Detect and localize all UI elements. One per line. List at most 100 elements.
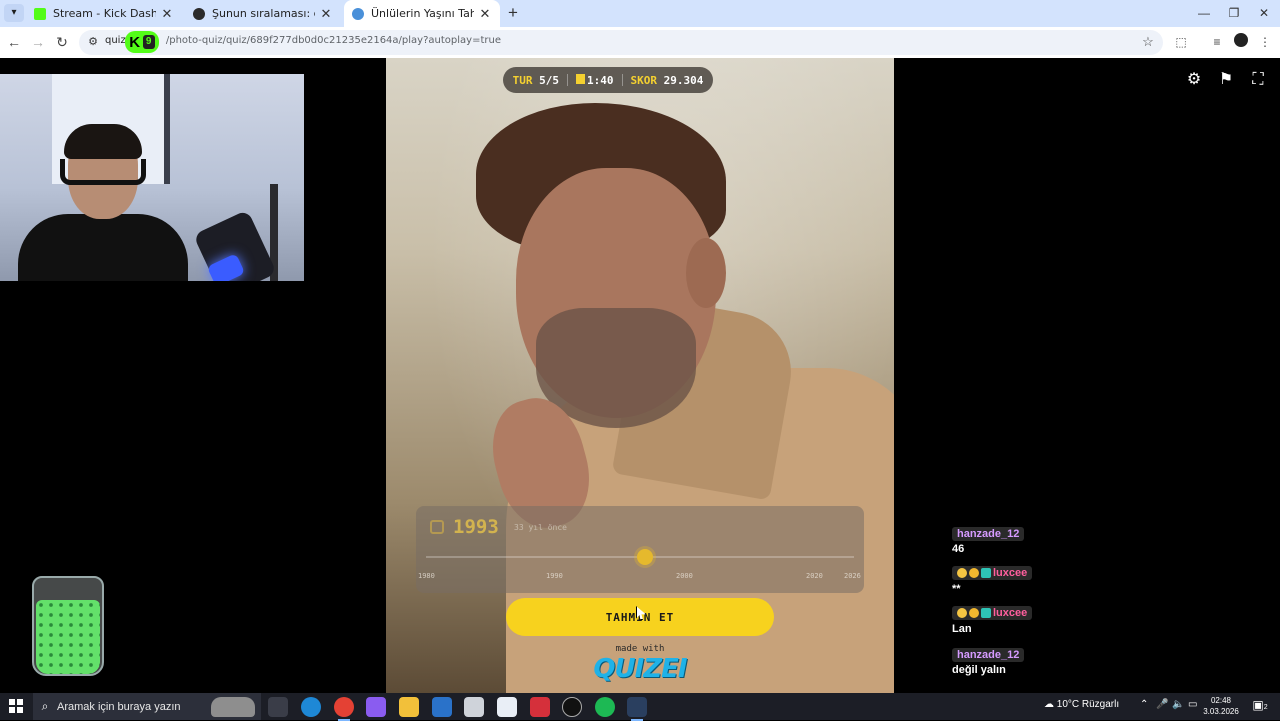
kick-overlay-badge: K 9	[125, 31, 159, 53]
network-icon[interactable]: ▭	[1188, 699, 1197, 710]
volume-icon[interactable]: 🔈	[1172, 699, 1184, 710]
fullscreen-icon[interactable]: ⛶	[1248, 70, 1268, 90]
emoji-badge-icon	[957, 568, 967, 578]
slider-tick-label: 2000	[676, 572, 693, 580]
webcam-headset	[60, 159, 146, 185]
tab-title: Şunun sıralaması: dharmareal |	[212, 7, 315, 20]
close-icon[interactable]: ✕	[478, 6, 492, 22]
close-icon[interactable]: ✕	[319, 6, 333, 22]
webcam-feed	[0, 74, 304, 281]
guess-year: 1993	[453, 516, 499, 538]
github-favicon-icon	[193, 7, 205, 20]
close-window-button[interactable]: ✕	[1250, 3, 1278, 23]
quiz-favicon-icon	[352, 7, 364, 20]
app-red-icon[interactable]	[530, 697, 550, 717]
browser-toolbar: ← → ↻ ⚙ quize/photo-quiz/quiz/689f277db0…	[0, 27, 1280, 58]
hud-divider	[621, 74, 623, 86]
chat-username[interactable]: hanzade_12	[952, 527, 1025, 541]
year-slider-thumb[interactable]	[637, 549, 654, 565]
forward-button[interactable]: →	[28, 32, 48, 52]
edge-icon[interactable]	[301, 697, 321, 717]
clover-fill	[36, 600, 100, 674]
clock-time: 02:48	[1210, 696, 1232, 705]
tab-search-icon[interactable]: ▾	[4, 4, 24, 22]
copilot-icon[interactable]	[366, 697, 386, 717]
search-icon: ⌕	[41, 699, 49, 713]
chat-text: **	[952, 583, 961, 595]
slider-tick-label: 2026	[844, 572, 861, 580]
taskbar-clock[interactable]: 02:48 3.03.2026	[1200, 695, 1242, 717]
media-controls-icon[interactable]: ≡	[1208, 33, 1226, 51]
windows-taskbar: ⌕ Aramak için buraya yazın ☁ 10°C Rüzgar…	[0, 693, 1280, 721]
steam-icon[interactable]	[627, 697, 647, 721]
minimize-button[interactable]: —	[1190, 3, 1218, 23]
weather-widget[interactable]: ☁ 10°C Rüzgarlı	[1044, 699, 1119, 710]
url-text: quize/photo-quiz/quiz/689f277db0d0c21235…	[105, 35, 501, 46]
webcam-person-body	[18, 214, 188, 281]
kick-favicon-icon	[34, 7, 46, 20]
task-view-icon[interactable]	[268, 697, 288, 717]
microphone-icon[interactable]: 🎤	[1156, 699, 1168, 710]
emoji-badge-icon	[957, 608, 967, 618]
chat-username: luxcee	[993, 607, 1028, 619]
chat-overlay: hanzade_12 46 luxcee ** luxcee Lan hanza…	[952, 524, 1152, 686]
calendar-icon	[430, 520, 444, 534]
tab-title: Ünlülerin Yaşını Tahmin Et! - Qu	[371, 7, 474, 20]
years-ago-text: 33 yıl önce	[514, 523, 567, 532]
tab-quiz[interactable]: Ünlülerin Yaşını Tahmin Et! - Qu ✕	[344, 0, 500, 27]
round-label: TUR	[512, 73, 533, 87]
settings-gear-icon[interactable]: ⚙	[1184, 70, 1204, 90]
subscriber-badge-icon	[981, 568, 991, 578]
address-bar[interactable]: ⚙ quize/photo-quiz/quiz/689f277db0d0c212…	[79, 30, 1163, 55]
profile-avatar[interactable]	[1232, 33, 1250, 51]
subscriber-badge-icon	[981, 608, 991, 618]
tray-chevron-icon[interactable]: ⌃	[1140, 699, 1148, 710]
photo-ear	[686, 238, 726, 308]
quiz-hud: TUR 5/5 1:40 SKOR 29.304	[503, 67, 713, 93]
restore-button[interactable]: ❐	[1220, 3, 1248, 23]
chat-username-block[interactable]: luxcee	[952, 606, 1033, 620]
quizei-logo[interactable]: QUIZEI	[586, 654, 694, 684]
score-indicator: SKOR 29.304	[631, 74, 704, 87]
back-button[interactable]: ←	[4, 32, 24, 52]
tab-kick-dashboard[interactable]: Stream - Kick Dashboard ✕	[26, 0, 182, 27]
report-flag-icon[interactable]: ⚑	[1216, 70, 1236, 90]
reload-button[interactable]: ↻	[52, 32, 72, 52]
extensions-icon[interactable]: ⬚	[1172, 33, 1190, 51]
chrome-icon[interactable]	[334, 697, 354, 721]
file-explorer-icon[interactable]	[399, 697, 419, 717]
windows-start-icon[interactable]	[9, 699, 23, 713]
url-path: /photo-quiz/quiz/689f277db0d0c21235e2164…	[165, 35, 501, 46]
spotify-icon[interactable]	[595, 697, 615, 717]
new-tab-button[interactable]: +	[503, 3, 523, 23]
store-icon[interactable]	[497, 697, 517, 717]
outlook-icon[interactable]	[432, 697, 452, 717]
made-with-text: made with	[615, 644, 665, 654]
chat-username-block[interactable]: luxcee	[952, 566, 1033, 580]
round-value: 5/5	[539, 73, 559, 87]
close-icon[interactable]: ✕	[160, 6, 174, 22]
chat-message: hanzade_12 46	[952, 524, 1152, 555]
site-info-icon[interactable]: ⚙	[85, 34, 101, 50]
notification-icon[interactable]: ▣2	[1252, 698, 1268, 714]
round-indicator: TUR 5/5	[513, 74, 559, 87]
menu-kebab-icon[interactable]: ⋮	[1256, 33, 1274, 51]
tab-title: Stream - Kick Dashboard	[53, 7, 156, 20]
timer: 1:40	[576, 73, 614, 87]
bookmark-star-icon[interactable]: ☆	[1139, 33, 1157, 51]
search-placeholder: Aramak için buraya yazın	[57, 700, 181, 713]
kick-letter: K	[129, 33, 141, 51]
kick-count: 9	[142, 35, 155, 49]
chat-username: luxcee	[993, 567, 1028, 579]
webcam-person-hair	[64, 124, 142, 159]
obs-icon[interactable]	[562, 697, 582, 717]
chat-message: hanzade_12 değil yalın	[952, 645, 1152, 676]
tab-ranking[interactable]: Şunun sıralaması: dharmareal | ✕	[185, 0, 341, 27]
hourglass-icon	[576, 73, 585, 84]
app-icon[interactable]	[464, 697, 484, 717]
chat-username[interactable]: hanzade_12	[952, 648, 1025, 662]
browser-tabbar: ▾ Stream - Kick Dashboard ✕ Şunun sırala…	[0, 0, 1280, 27]
weather-icon: ☁	[1044, 699, 1057, 710]
taskbar-search-input[interactable]: ⌕ Aramak için buraya yazın	[33, 693, 261, 720]
chat-message: luxcee Lan	[952, 605, 1152, 635]
